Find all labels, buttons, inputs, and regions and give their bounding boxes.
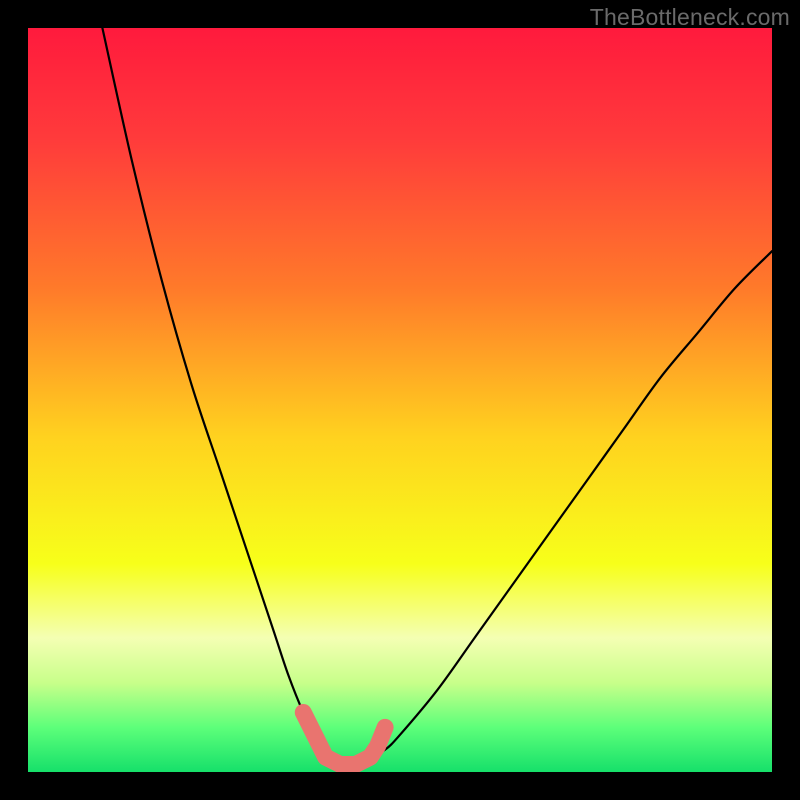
chart-svg (28, 28, 772, 772)
watermark-text: TheBottleneck.com (590, 4, 790, 31)
outer-frame: TheBottleneck.com (0, 0, 800, 800)
chart-plot-area (28, 28, 772, 772)
gradient-background (28, 28, 772, 772)
